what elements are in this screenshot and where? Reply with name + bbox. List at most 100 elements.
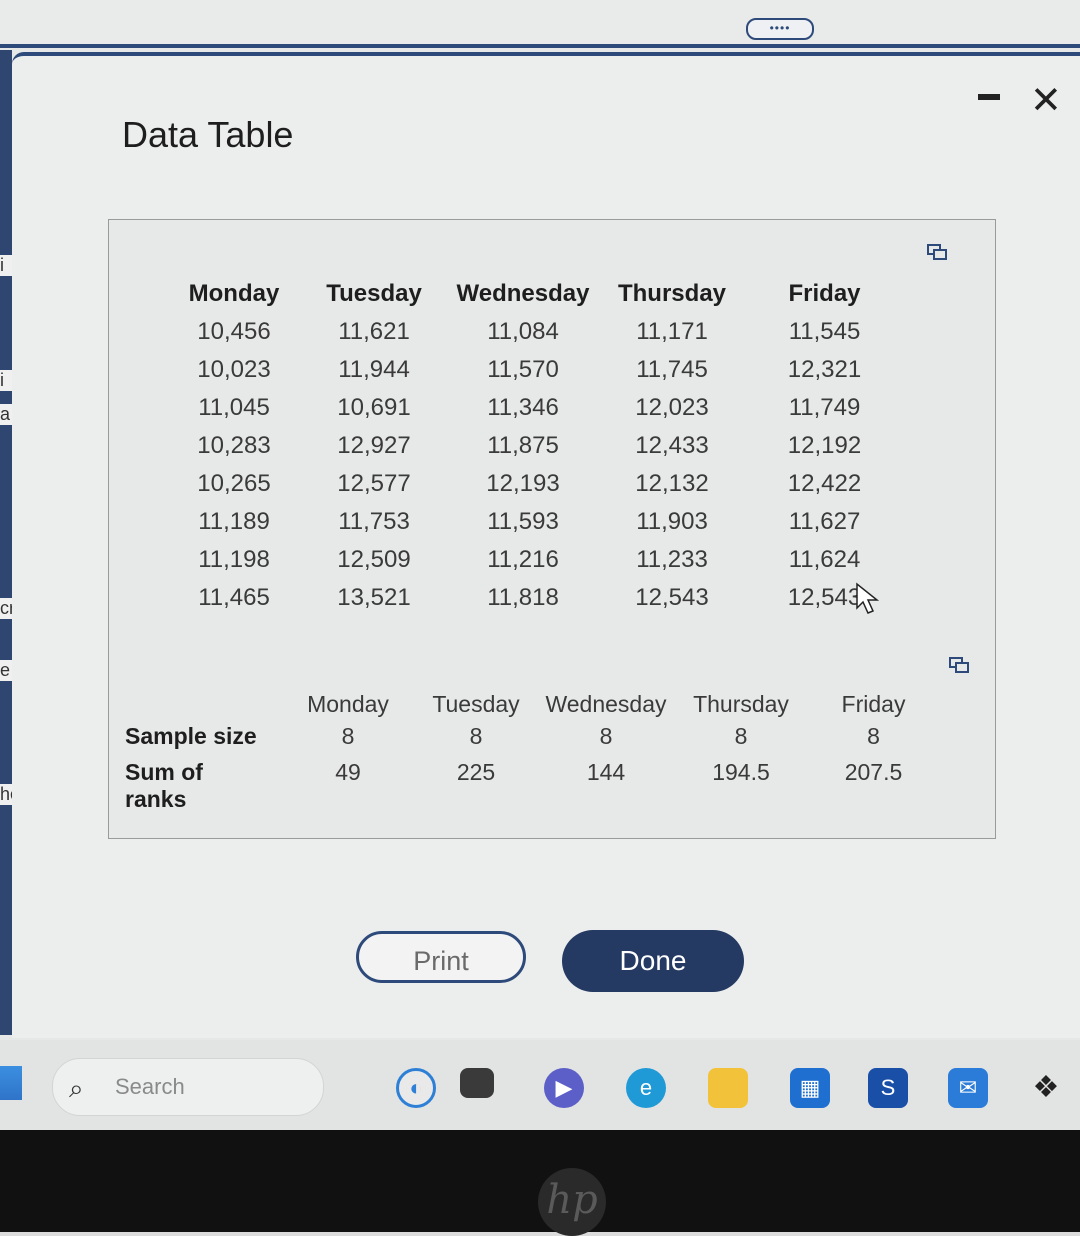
- print-button[interactable]: Print: [356, 931, 526, 983]
- table-row: 10,456 11,621 11,084 11,171 11,545: [169, 313, 902, 351]
- table-header-row: Monday Tuesday Wednesday Thursday Friday: [169, 275, 902, 313]
- dropbox-icon[interactable]: ❖: [1026, 1068, 1066, 1108]
- video-meet-icon[interactable]: ▶: [544, 1068, 584, 1108]
- close-icon[interactable]: ✕: [1030, 82, 1062, 120]
- done-button[interactable]: Done: [562, 930, 744, 992]
- observations-table: Monday Tuesday Wednesday Thursday Friday…: [169, 275, 902, 617]
- task-view-icon[interactable]: [460, 1068, 494, 1098]
- table-cell: 8: [341, 723, 355, 749]
- drag-handle-icon[interactable]: ••••: [746, 18, 814, 40]
- table-cell: 12,132: [635, 470, 709, 497]
- summary-corner: [125, 685, 285, 723]
- row-label-sample-size: Sample size: [125, 723, 257, 749]
- table-cell: 11,570: [487, 356, 559, 383]
- table-cell: 144: [586, 759, 626, 785]
- table-cell: 11,233: [636, 546, 708, 573]
- hp-logo: hp: [538, 1168, 606, 1236]
- table-cell: 11,621: [338, 318, 410, 345]
- taskbar-search-box[interactable]: ⌕ Search: [52, 1058, 324, 1116]
- table-cell: 10,691: [337, 394, 411, 421]
- table-cell: 12,509: [337, 546, 411, 573]
- table-cell: 11,465: [198, 584, 270, 611]
- table-cell: 11,944: [338, 356, 410, 383]
- table-cell: 11,875: [487, 432, 559, 459]
- column-header: Monday: [307, 690, 389, 717]
- table-cell: 8: [867, 723, 880, 749]
- table-cell: 12,422: [787, 470, 862, 497]
- microsoft-store-icon[interactable]: ▦: [790, 1068, 830, 1108]
- data-panel: Monday Tuesday Wednesday Thursday Friday…: [108, 219, 996, 839]
- table-cell: 11,171: [636, 318, 708, 345]
- windows-start-icon[interactable]: [0, 1066, 22, 1100]
- table-cell: 194.5: [712, 759, 770, 785]
- edge-browser-icon[interactable]: e: [626, 1068, 666, 1108]
- table-cell: 13,521: [337, 584, 411, 611]
- file-explorer-icon[interactable]: [708, 1068, 748, 1108]
- background-window-edge: [0, 50, 12, 1035]
- table-cell: 225: [456, 759, 496, 785]
- table-cell: 11,593: [487, 508, 559, 535]
- table-cell: 11,045: [198, 394, 270, 421]
- table-cell: 8: [599, 723, 613, 749]
- screen: •••• i i a cr e he Data Table ✕ Monday T…: [0, 0, 1080, 1130]
- table-cell: 8: [734, 723, 748, 749]
- table-cell: 49: [335, 759, 361, 785]
- column-header: Friday: [788, 280, 861, 307]
- search-icon: ⌕: [69, 1073, 84, 1103]
- table-row: Sample size 8 8 8 8 8: [125, 723, 936, 759]
- table-cell: 11,749: [788, 394, 861, 421]
- row-label-sum-of-ranks: Sum of ranks: [125, 759, 203, 812]
- table-row: 11,045 10,691 11,346 12,023 11,749: [169, 389, 902, 427]
- table-row: 10,283 12,927 11,875 12,433 12,192: [169, 427, 902, 465]
- table-row: 11,198 12,509 11,216 11,233 11,624: [169, 541, 902, 579]
- table-row: Sum of ranks 49 225 144 194.5 207.5: [125, 759, 936, 813]
- taskbar: ⌕ Search ◐ ▶ e ▦ S ✉ ❖: [0, 1040, 1080, 1130]
- column-header: Wednesday: [456, 280, 590, 307]
- column-header: Monday: [188, 280, 280, 307]
- table-cell: 11,216: [487, 546, 559, 573]
- table-cell: 11,753: [338, 508, 410, 535]
- table-cell: 11,624: [788, 546, 861, 573]
- table-cell: 11,084: [487, 318, 559, 345]
- table-cell: 12,023: [635, 394, 709, 421]
- copilot-icon[interactable]: ◐: [396, 1068, 436, 1108]
- column-header: Friday: [841, 690, 906, 717]
- column-header: Thursday: [617, 280, 727, 307]
- table-cell: 12,927: [337, 432, 411, 459]
- app-s-icon[interactable]: S: [868, 1068, 908, 1108]
- copy-table-icon[interactable]: [927, 244, 947, 260]
- table-cell: 12,321: [787, 356, 862, 383]
- table-cell: 11,627: [788, 508, 861, 535]
- mouse-cursor-icon: [856, 582, 880, 614]
- table-cell: 11,189: [198, 508, 270, 535]
- table-row: 10,265 12,577 12,193 12,132 12,422: [169, 465, 902, 503]
- column-header: Wednesday: [545, 690, 667, 717]
- column-header: Thursday: [693, 690, 789, 717]
- table-cell: 11,745: [636, 356, 708, 383]
- search-placeholder: Search: [115, 1074, 185, 1099]
- mail-icon[interactable]: ✉: [948, 1068, 988, 1108]
- table-cell: 12,192: [787, 432, 862, 459]
- table-cell: 11,545: [788, 318, 861, 345]
- table-cell: 11,198: [198, 546, 270, 573]
- copy-summary-icon[interactable]: [949, 657, 969, 673]
- table-cell: 10,265: [197, 470, 271, 497]
- minimize-icon[interactable]: [978, 94, 1000, 100]
- dialog-title: Data Table: [122, 114, 294, 155]
- table-cell: 11,346: [487, 394, 559, 421]
- table-cell: 8: [469, 723, 483, 749]
- table-cell: 12,193: [486, 470, 560, 497]
- data-table-dialog: Data Table ✕ Monday Tuesday Wednesday Th…: [12, 52, 1080, 1038]
- background-window-header: ••••: [0, 0, 1080, 48]
- column-header: Tuesday: [326, 280, 422, 307]
- table-cell: 10,283: [197, 432, 271, 459]
- table-row: 11,465 13,521 11,818 12,543 12,543: [169, 579, 902, 617]
- summary-table: Monday Tuesday Wednesday Thursday Friday…: [125, 685, 936, 813]
- table-cell: 12,433: [635, 432, 709, 459]
- table-cell: 12,543: [635, 584, 709, 611]
- laptop-bezel: [0, 1130, 1080, 1232]
- summary-header-row: Monday Tuesday Wednesday Thursday Friday: [125, 685, 936, 723]
- table-row: 10,023 11,944 11,570 11,745 12,321: [169, 351, 902, 389]
- column-header: Tuesday: [432, 690, 520, 717]
- table-cell: 11,903: [636, 508, 708, 535]
